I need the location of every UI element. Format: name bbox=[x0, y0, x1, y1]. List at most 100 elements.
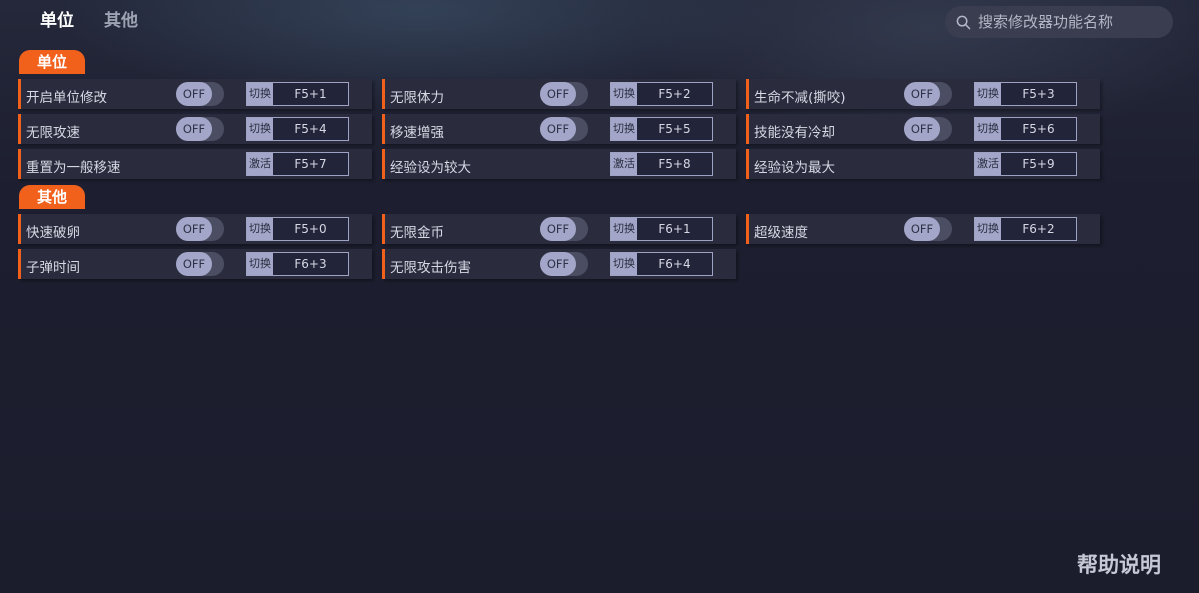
toggle-state: OFF bbox=[540, 217, 576, 241]
tab-other[interactable]: 其他 bbox=[104, 9, 138, 33]
hotkey-key: F5+5 bbox=[637, 118, 712, 140]
search-input[interactable] bbox=[978, 13, 1163, 31]
search-box[interactable] bbox=[945, 6, 1173, 38]
hotkey-key: F5+6 bbox=[1001, 118, 1076, 140]
hotkey-button[interactable]: 切换 F5+6 bbox=[974, 117, 1077, 141]
hotkey-action: 切换 bbox=[611, 218, 637, 240]
hotkey-action: 切换 bbox=[611, 118, 637, 140]
hotkey-key: F5+8 bbox=[637, 153, 712, 175]
cheat-name: 经验设为最大 bbox=[754, 160, 835, 176]
toggle-state: OFF bbox=[176, 82, 212, 106]
section-title-other: 其他 bbox=[19, 185, 85, 209]
cheat-toggle[interactable]: OFF bbox=[540, 252, 588, 276]
cheat-name: 子弹时间 bbox=[26, 260, 80, 276]
hotkey-button[interactable]: 切换 F5+4 bbox=[246, 117, 349, 141]
toggle-state: OFF bbox=[540, 82, 576, 106]
cheat-name: 无限金币 bbox=[390, 225, 444, 241]
units-cheat-grid: 开启单位修改 OFF 切换 F5+1 无限体力 OFF 切换 F5+2 生命不减(撕咬) OFF 切… bbox=[18, 79, 1100, 184]
cheat-item: 开启单位修改 OFF 切换 F5+1 bbox=[18, 79, 372, 109]
cheat-toggle[interactable]: OFF bbox=[904, 217, 952, 241]
hotkey-action: 激活 bbox=[611, 153, 637, 175]
cheat-toggle[interactable]: OFF bbox=[176, 252, 224, 276]
cheat-toggle[interactable]: OFF bbox=[904, 82, 952, 106]
cheat-row: 重置为一般移速 激活 F5+7 经验设为较大 激活 F5+8 经验设为最大 激活 F5+9 bbox=[18, 149, 1100, 179]
toggle-state: OFF bbox=[176, 117, 212, 141]
cheat-name: 超级速度 bbox=[754, 225, 808, 241]
toggle-state: OFF bbox=[904, 82, 940, 106]
cheat-name: 移速增强 bbox=[390, 125, 444, 141]
cheat-item: 生命不减(撕咬) OFF 切换 F5+3 bbox=[746, 79, 1100, 109]
hotkey-button[interactable]: 激活 F5+8 bbox=[610, 152, 713, 176]
hotkey-button[interactable]: 切换 F5+5 bbox=[610, 117, 713, 141]
hotkey-key: F5+1 bbox=[273, 83, 348, 105]
hotkey-action: 激活 bbox=[247, 153, 273, 175]
hotkey-action: 切换 bbox=[247, 118, 273, 140]
hotkey-button[interactable]: 切换 F6+4 bbox=[610, 252, 713, 276]
cheat-toggle[interactable]: OFF bbox=[904, 117, 952, 141]
cheat-row: 无限攻速 OFF 切换 F5+4 移速增强 OFF 切换 F5+5 技能没有冷却 OFF 切换 F5+… bbox=[18, 114, 1100, 144]
cheat-item: 重置为一般移速 激活 F5+7 bbox=[18, 149, 372, 179]
cheat-name: 生命不减(撕咬) bbox=[754, 90, 846, 106]
hotkey-key: F6+3 bbox=[273, 253, 348, 275]
cheat-name: 快速破卵 bbox=[26, 225, 80, 241]
cheat-name: 无限攻击伤害 bbox=[390, 260, 471, 276]
cheat-toggle[interactable]: OFF bbox=[176, 82, 224, 106]
hotkey-button[interactable]: 切换 F5+0 bbox=[246, 217, 349, 241]
hotkey-button[interactable]: 激活 F5+9 bbox=[974, 152, 1077, 176]
section-title-units: 单位 bbox=[19, 50, 85, 74]
toggle-state: OFF bbox=[540, 252, 576, 276]
hotkey-action: 切换 bbox=[247, 83, 273, 105]
cheat-item: 移速增强 OFF 切换 F5+5 bbox=[382, 114, 736, 144]
cheat-item: 技能没有冷却 OFF 切换 F5+6 bbox=[746, 114, 1100, 144]
cheat-toggle[interactable]: OFF bbox=[540, 82, 588, 106]
hotkey-key: F5+9 bbox=[1001, 153, 1076, 175]
search-icon bbox=[956, 15, 971, 29]
toggle-state: OFF bbox=[176, 217, 212, 241]
cheat-item: 子弹时间 OFF 切换 F6+3 bbox=[18, 249, 372, 279]
cheat-toggle[interactable]: OFF bbox=[176, 117, 224, 141]
hotkey-button[interactable]: 切换 F5+3 bbox=[974, 82, 1077, 106]
cheat-item: 快速破卵 OFF 切换 F5+0 bbox=[18, 214, 372, 244]
hotkey-action: 切换 bbox=[611, 253, 637, 275]
hotkey-key: F5+2 bbox=[637, 83, 712, 105]
hotkey-action: 激活 bbox=[975, 153, 1001, 175]
hotkey-button[interactable]: 切换 F5+2 bbox=[610, 82, 713, 106]
help-button[interactable]: 帮助说明 bbox=[1077, 549, 1161, 579]
cheat-item: 无限攻击伤害 OFF 切换 F6+4 bbox=[382, 249, 736, 279]
hotkey-key: F5+4 bbox=[273, 118, 348, 140]
hotkey-button[interactable]: 切换 F6+2 bbox=[974, 217, 1077, 241]
other-cheat-grid: 快速破卵 OFF 切换 F5+0 无限金币 OFF 切换 F6+1 超级速度 OFF 切换 F6+2 子… bbox=[18, 214, 1100, 284]
hotkey-button[interactable]: 切换 F6+3 bbox=[246, 252, 349, 276]
hotkey-action: 切换 bbox=[975, 218, 1001, 240]
cheat-item: 超级速度 OFF 切换 F6+2 bbox=[746, 214, 1100, 244]
cheat-name: 经验设为较大 bbox=[390, 160, 471, 176]
cheat-name: 开启单位修改 bbox=[26, 90, 107, 106]
cheat-toggle[interactable]: OFF bbox=[176, 217, 224, 241]
cheat-item: 无限攻速 OFF 切换 F5+4 bbox=[18, 114, 372, 144]
cheat-toggle[interactable]: OFF bbox=[540, 217, 588, 241]
cheat-item: 经验设为较大 激活 F5+8 bbox=[382, 149, 736, 179]
hotkey-action: 切换 bbox=[975, 118, 1001, 140]
hotkey-button[interactable]: 切换 F6+1 bbox=[610, 217, 713, 241]
hotkey-button[interactable]: 激活 F5+7 bbox=[246, 152, 349, 176]
toggle-state: OFF bbox=[540, 117, 576, 141]
cheat-item: 经验设为最大 激活 F5+9 bbox=[746, 149, 1100, 179]
hotkey-action: 切换 bbox=[247, 218, 273, 240]
hotkey-action: 切换 bbox=[611, 83, 637, 105]
toggle-state: OFF bbox=[176, 252, 212, 276]
cheat-name: 重置为一般移速 bbox=[26, 160, 121, 176]
hotkey-key: F5+0 bbox=[273, 218, 348, 240]
hotkey-action: 切换 bbox=[975, 83, 1001, 105]
hotkey-button[interactable]: 切换 F5+1 bbox=[246, 82, 349, 106]
hotkey-key: F6+2 bbox=[1001, 218, 1076, 240]
cheat-name: 无限攻速 bbox=[26, 125, 80, 141]
cheat-name: 技能没有冷却 bbox=[754, 125, 835, 141]
tab-units[interactable]: 单位 bbox=[40, 9, 74, 33]
hotkey-key: F5+7 bbox=[273, 153, 348, 175]
cheat-toggle[interactable]: OFF bbox=[540, 117, 588, 141]
hotkey-action: 切换 bbox=[247, 253, 273, 275]
cheat-name: 无限体力 bbox=[390, 90, 444, 106]
cheat-row: 快速破卵 OFF 切换 F5+0 无限金币 OFF 切换 F6+1 超级速度 OFF 切换 F6+2 bbox=[18, 214, 1100, 244]
cheat-row: 开启单位修改 OFF 切换 F5+1 无限体力 OFF 切换 F5+2 生命不减(撕咬) OFF 切… bbox=[18, 79, 1100, 109]
cheat-item: 无限金币 OFF 切换 F6+1 bbox=[382, 214, 736, 244]
